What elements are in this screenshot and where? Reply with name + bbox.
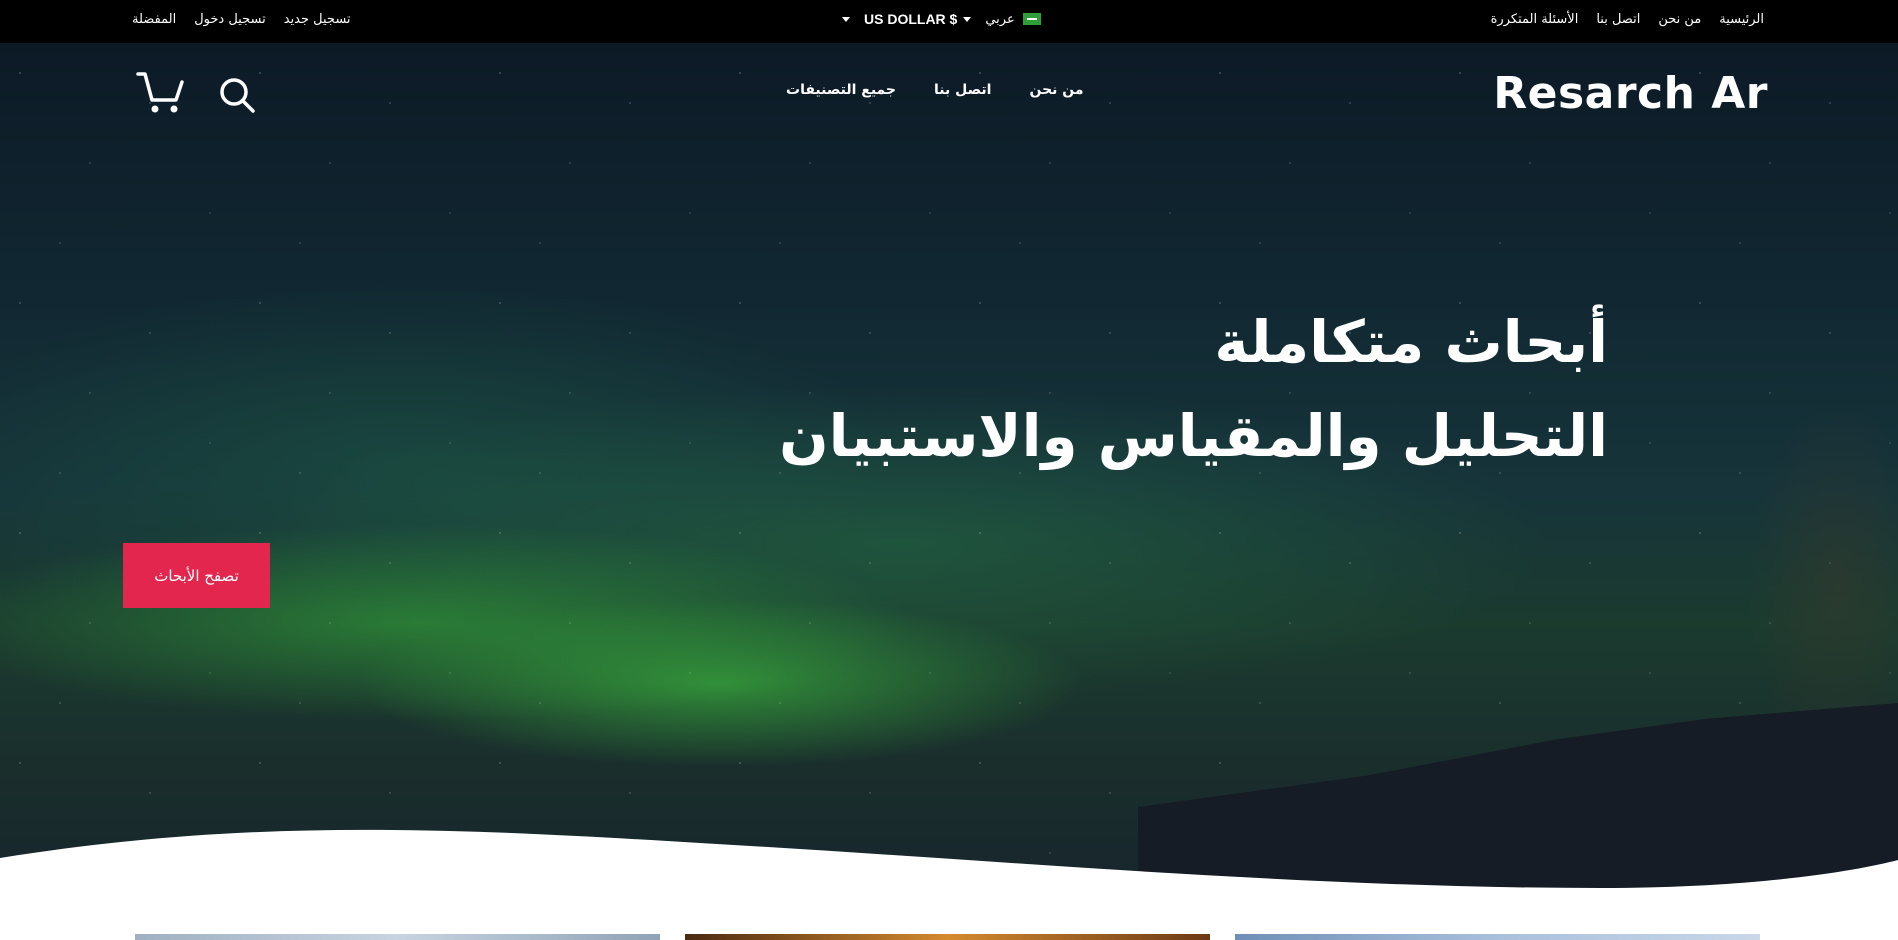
currency-label: US DOLLAR $	[864, 11, 958, 27]
site-links: الرئيسية من نحن اتصل بنا الأسئلة المتكرر…	[1491, 12, 1764, 27]
hero-title: أبحاث متكاملة التحليل والمقياس والاستبيا…	[779, 295, 1608, 483]
nav-about[interactable]: من نحن	[1029, 82, 1083, 98]
favorites-link[interactable]: المفضلة	[132, 12, 176, 27]
site-logo[interactable]: Resarch Ar	[1493, 68, 1768, 119]
language-label: عربي	[985, 11, 1015, 27]
contact-link[interactable]: اتصل بنا	[1596, 12, 1640, 27]
hero-title-line-2: التحليل والمقياس والاستبيان	[779, 402, 1608, 470]
about-link[interactable]: من نحن	[1658, 12, 1701, 27]
main-nav: من نحن اتصل بنا جميع التصنيفات	[786, 82, 1084, 98]
browse-research-button[interactable]: تصفح الأبحاث	[123, 543, 270, 608]
currency-selector[interactable]: US DOLLAR $	[864, 11, 972, 27]
chevron-down-icon[interactable]	[842, 16, 850, 22]
hero-title-line-1: أبحاث متكاملة	[1214, 308, 1608, 376]
product-card-thumbnail[interactable]	[685, 934, 1210, 940]
cart-icon[interactable]	[136, 70, 186, 116]
chevron-down-icon	[963, 16, 972, 22]
search-icon[interactable]	[218, 76, 256, 114]
login-link[interactable]: تسجيل دخول	[194, 12, 266, 27]
saudi-flag-icon	[1022, 13, 1041, 25]
locale-selectors: US DOLLAR $ عربي	[842, 11, 1041, 27]
nav-all-categories[interactable]: جميع التصنيفات	[786, 82, 896, 98]
hero-wave-divider	[0, 829, 1898, 940]
product-card-thumbnail[interactable]	[135, 934, 660, 940]
account-links: تسجيل جديد تسجيل دخول المفضلة	[132, 12, 351, 27]
faq-link[interactable]: الأسئلة المتكررة	[1491, 12, 1579, 27]
nav-contact[interactable]: اتصل بنا	[934, 82, 991, 98]
top-utility-bar: تسجيل جديد تسجيل دخول المفضلة US DOLLAR …	[0, 0, 1898, 43]
register-link[interactable]: تسجيل جديد	[284, 12, 351, 27]
product-card-thumbnail[interactable]	[1235, 934, 1760, 940]
home-link[interactable]: الرئيسية	[1719, 12, 1764, 27]
language-selector[interactable]: عربي	[985, 11, 1041, 27]
